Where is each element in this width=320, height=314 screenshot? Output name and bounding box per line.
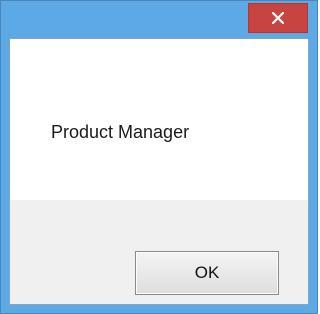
dialog-message: Product Manager (51, 122, 190, 142)
dialog-content: Product Manager OK (9, 38, 309, 305)
close-icon (272, 12, 284, 24)
message-dialog-window: Product Manager OK (0, 0, 318, 314)
ok-button[interactable]: OK (135, 251, 279, 295)
dialog-footer: OK (10, 200, 308, 304)
dialog-titlebar[interactable] (1, 1, 317, 38)
close-button[interactable] (248, 3, 308, 33)
